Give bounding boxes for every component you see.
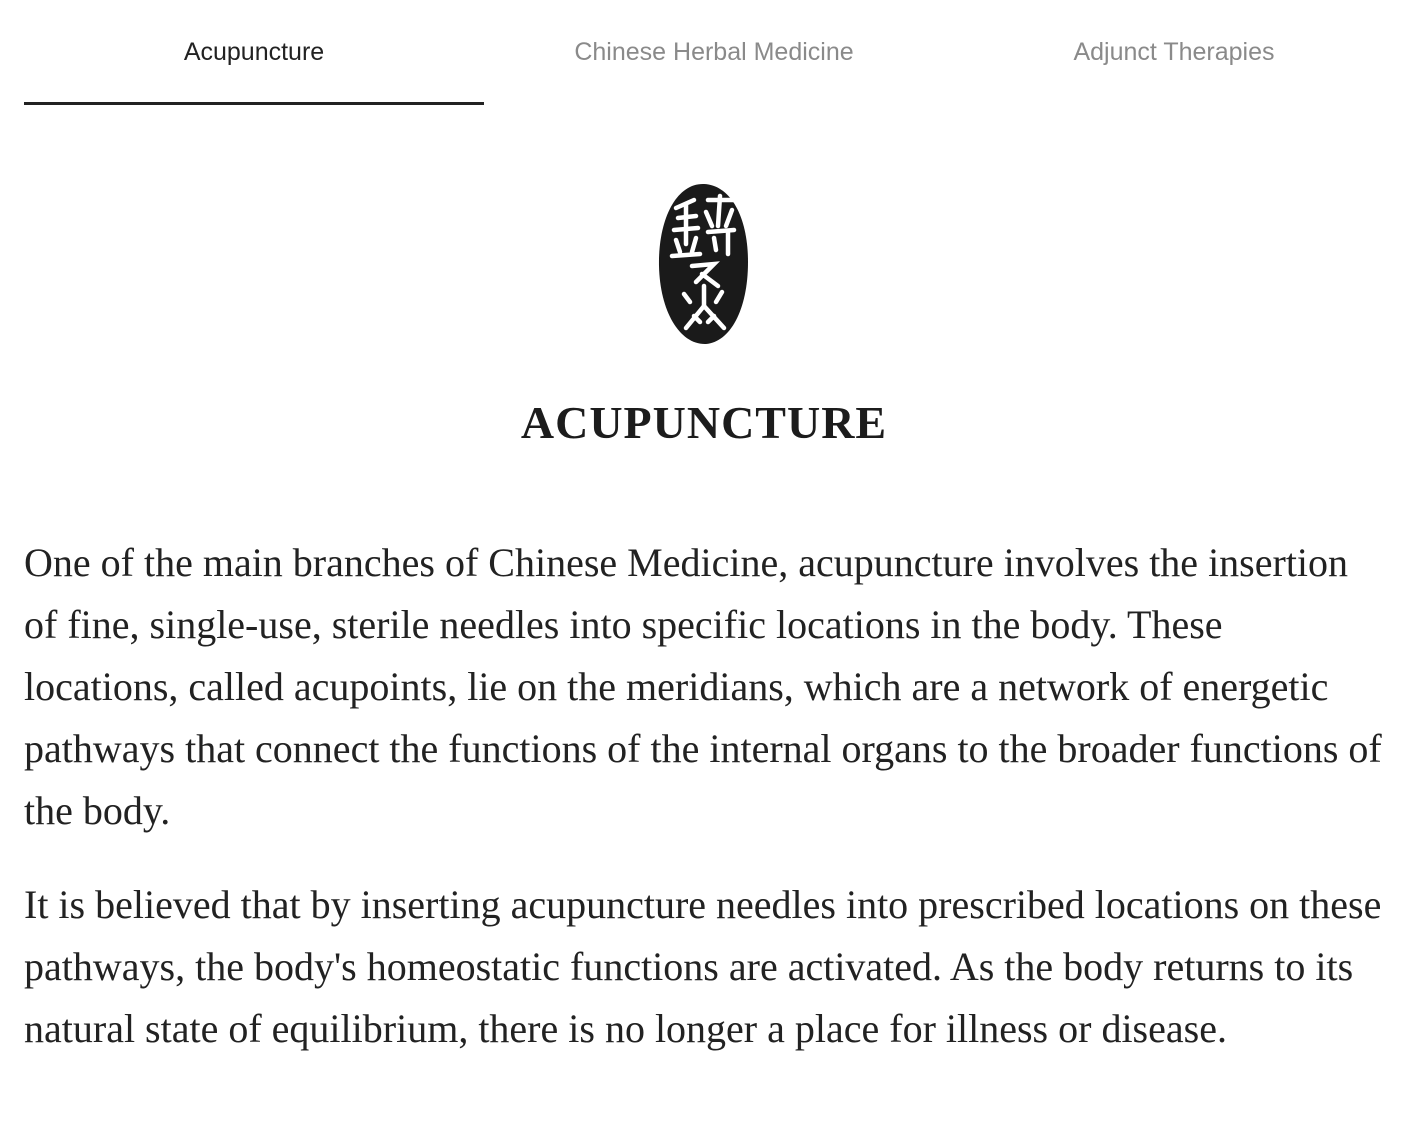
tab-adjunct-therapies[interactable]: Adjunct Therapies [944, 0, 1404, 108]
tab-acupuncture[interactable]: Acupuncture [24, 0, 484, 108]
body-paragraph-2: It is believed that by inserting acupunc… [24, 882, 1382, 1051]
section-title: ACUPUNCTURE [520, 397, 888, 448]
tab-bar: Acupuncture Chinese Herbal Medicine Adju… [24, 0, 1404, 108]
tab-chinese-herbal-medicine[interactable]: Chinese Herbal Medicine [484, 0, 944, 108]
section-body: One of the main branches of Chinese Medi… [24, 532, 1386, 1092]
body-paragraph-1: One of the main branches of Chinese Medi… [24, 540, 1382, 833]
acupuncture-seal-icon: 鍼灸 [656, 182, 752, 346]
